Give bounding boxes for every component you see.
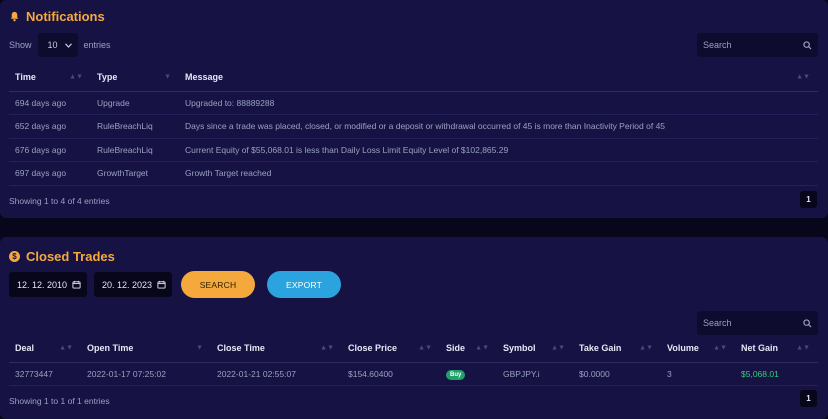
cell-message: Days since a trade was placed, closed, o… xyxy=(179,114,818,139)
column-header-close-time[interactable]: Close Time ▲▼ xyxy=(211,334,342,363)
closed-trades-table: Deal ▲▼ Open Time ▼ Close Time ▲▼ Close Pri… xyxy=(9,334,818,386)
search-placeholder: Search xyxy=(703,40,732,50)
cell-time: 652 days ago xyxy=(9,114,91,139)
table-row: 697 days ago GrowthTarget Growth Target … xyxy=(9,161,818,186)
cell-message: Current Equity of $55,068.01 is less tha… xyxy=(179,138,818,162)
column-header-close-price[interactable]: Close Price ▲▼ xyxy=(342,334,440,363)
cell-type: RuleBreachLiq xyxy=(91,114,179,139)
column-header-side[interactable]: Side ▲▼ xyxy=(440,334,497,363)
bell-icon xyxy=(10,11,19,22)
column-header-type[interactable]: Type ▼ xyxy=(91,63,179,92)
calendar-icon xyxy=(72,280,81,289)
date-from-value: 12. 12. 2010 xyxy=(17,279,68,290)
side-badge: Buy xyxy=(446,369,466,380)
sort-icon: ▲▼ xyxy=(713,344,727,352)
date-to-input[interactable]: 20. 12. 2023 xyxy=(94,272,172,297)
notifications-page-1-button[interactable]: 1 xyxy=(800,191,817,208)
notifications-header-row: Time ▲▼ Type ▼ Message ▲▼ xyxy=(9,63,818,92)
page-size-control: Show 10 entries xyxy=(9,33,111,57)
notifications-title: Notifications xyxy=(9,9,105,24)
cell-close-time: 2022-01-21 02:55:07 xyxy=(211,362,342,386)
sort-icon: ▼ xyxy=(164,73,171,81)
column-header-time[interactable]: Time ▲▼ xyxy=(9,63,91,92)
table-row: 694 days ago Upgrade Upgraded to: 888892… xyxy=(9,91,818,115)
cell-symbol: GBPJPY.i xyxy=(497,362,573,386)
sort-icon: ▼ xyxy=(196,344,203,352)
dollar-coin-icon: $ xyxy=(9,251,20,262)
entries-label: entries xyxy=(83,40,111,50)
cell-deal: 32773447 xyxy=(9,362,81,386)
notifications-panel: Notifications Show 10 entries Search Tim… xyxy=(0,0,828,218)
column-header-open-time[interactable]: Open Time ▼ xyxy=(81,334,211,363)
sort-icon: ▲▼ xyxy=(69,73,83,81)
cell-side: Buy xyxy=(440,362,497,386)
cell-time: 697 days ago xyxy=(9,161,91,186)
cell-open-time: 2022-01-17 07:25:02 xyxy=(81,362,211,386)
notifications-title-text: Notifications xyxy=(26,9,105,24)
sort-icon: ▲▼ xyxy=(59,344,73,352)
table-row: 32773447 2022-01-17 07:25:02 2022-01-21 … xyxy=(9,362,818,386)
cell-take-gain: $0.0000 xyxy=(573,362,661,386)
search-placeholder: Search xyxy=(703,318,732,328)
cell-net-gain: $5,068.01 xyxy=(735,362,818,386)
sort-icon: ▲▼ xyxy=(320,344,334,352)
cell-time: 676 days ago xyxy=(9,138,91,162)
cell-volume: 3 xyxy=(661,362,735,386)
cell-time: 694 days ago xyxy=(9,91,91,115)
sort-icon: ▲▼ xyxy=(796,344,810,352)
closed-trades-title: $ Closed Trades xyxy=(9,249,115,264)
table-row: 652 days ago RuleBreachLiq Days since a … xyxy=(9,114,818,139)
search-icon xyxy=(803,318,812,328)
sort-icon: ▲▼ xyxy=(639,344,653,352)
chevron-down-icon xyxy=(64,42,72,48)
trades-page-1-button[interactable]: 1 xyxy=(800,390,817,407)
sort-icon: ▲▼ xyxy=(796,73,810,81)
column-header-symbol[interactable]: Symbol ▲▼ xyxy=(497,334,573,363)
sort-icon: ▲▼ xyxy=(551,344,565,352)
date-from-input[interactable]: 12. 12. 2010 xyxy=(9,272,87,297)
trades-search-input[interactable]: Search xyxy=(697,311,818,335)
closed-trades-title-text: Closed Trades xyxy=(26,249,115,264)
notifications-table: Time ▲▼ Type ▼ Message ▲▼ 694 days ago Upgr… xyxy=(9,63,818,186)
calendar-icon xyxy=(157,280,166,289)
sort-icon: ▲▼ xyxy=(475,344,489,352)
page-size-value: 10 xyxy=(47,40,58,50)
column-header-net-gain[interactable]: Net Gain ▲▼ xyxy=(735,334,818,363)
cell-message: Upgraded to: 88889288 xyxy=(179,91,818,115)
column-header-deal[interactable]: Deal ▲▼ xyxy=(9,334,81,363)
notifications-table-info: Showing 1 to 4 of 4 entries xyxy=(9,196,110,206)
export-button[interactable]: EXPORT xyxy=(267,271,341,298)
cell-message: Growth Target reached xyxy=(179,161,818,186)
search-icon xyxy=(803,40,812,50)
column-header-message[interactable]: Message ▲▼ xyxy=(179,63,818,92)
page-size-select[interactable]: 10 xyxy=(37,33,78,57)
trades-header-row: Deal ▲▼ Open Time ▼ Close Time ▲▼ Close Pri… xyxy=(9,334,818,363)
column-header-take-gain[interactable]: Take Gain ▲▼ xyxy=(573,334,661,363)
notifications-search-input[interactable]: Search xyxy=(697,33,818,57)
cell-close-price: $154.60400 xyxy=(342,362,440,386)
cell-type: RuleBreachLiq xyxy=(91,138,179,162)
trades-table-info: Showing 1 to 1 of 1 entries xyxy=(9,396,110,406)
sort-icon: ▲▼ xyxy=(418,344,432,352)
column-header-volume[interactable]: Volume ▲▼ xyxy=(661,334,735,363)
cell-type: Upgrade xyxy=(91,91,179,115)
date-to-value: 20. 12. 2023 xyxy=(102,279,153,290)
search-button[interactable]: SEARCH xyxy=(181,271,255,298)
cell-type: GrowthTarget xyxy=(91,161,179,186)
show-label: Show xyxy=(9,40,32,50)
table-row: 676 days ago RuleBreachLiq Current Equit… xyxy=(9,138,818,162)
